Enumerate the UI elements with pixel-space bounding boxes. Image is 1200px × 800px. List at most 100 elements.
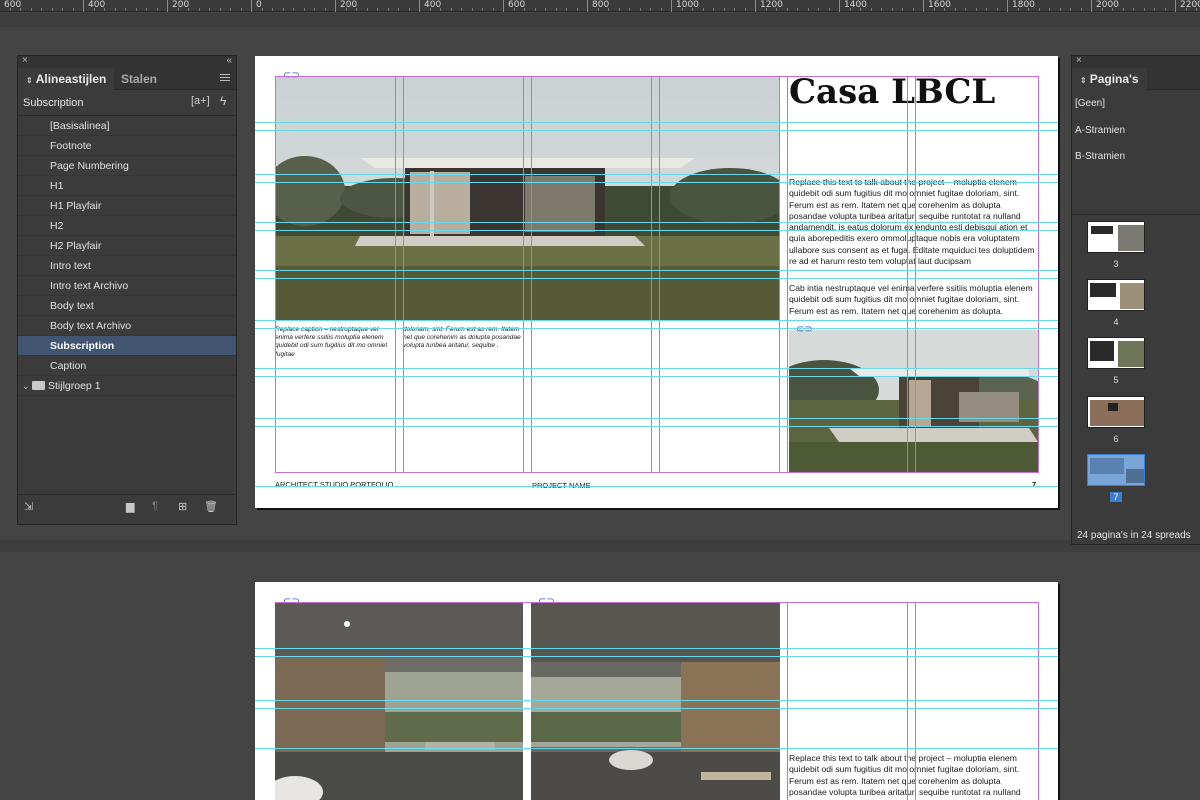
master-none[interactable]: [Geen] bbox=[1075, 98, 1105, 109]
ruler-guide bbox=[255, 222, 1058, 223]
ruler-minor-tick bbox=[639, 8, 641, 11]
margin-guide bbox=[1038, 76, 1039, 472]
style-item-intro-text-archivo[interactable]: Intro text Archivo bbox=[18, 276, 236, 296]
style-item-basisalinea[interactable]: [Basisalinea] bbox=[18, 116, 236, 136]
new-group-folder-icon[interactable]: ▆ bbox=[126, 500, 134, 513]
style-item-caption[interactable]: Caption bbox=[18, 356, 236, 376]
ruler-minor-tick bbox=[9, 8, 11, 11]
style-item-footnote[interactable]: Footnote bbox=[18, 136, 236, 156]
body-paragraph-2[interactable]: Cab intia nestruptaque vel enima verfere… bbox=[789, 283, 1036, 317]
page-spread-next[interactable]: ⊂⊃ ⊂⊃ Replace this text to talk about th… bbox=[255, 582, 1058, 800]
panel-tabs: ⇕ Alineastijlen Stalen bbox=[18, 68, 236, 90]
clear-overrides-icon[interactable]: ¶ bbox=[152, 500, 158, 512]
style-label: Body text bbox=[50, 300, 94, 312]
new-style-from-selection-icon[interactable]: [a+] bbox=[191, 95, 210, 107]
style-item-intro-text[interactable]: Intro text bbox=[18, 256, 236, 276]
body-paragraph-spread2[interactable]: Replace this text to talk about the proj… bbox=[789, 753, 1036, 798]
margin-guide bbox=[275, 472, 1039, 473]
page-title[interactable]: Casa LBCL bbox=[789, 72, 995, 112]
interior-photo-left[interactable] bbox=[275, 602, 523, 800]
tab-stalen[interactable]: Stalen bbox=[113, 68, 165, 90]
trash-icon[interactable]: 🗑 bbox=[204, 500, 218, 513]
style-item-h2-playfair[interactable]: H2 Playfair bbox=[18, 236, 236, 256]
ruler-minor-tick bbox=[272, 8, 273, 11]
page-number[interactable]: 7 bbox=[1032, 480, 1036, 489]
ruler-minor-tick bbox=[1070, 8, 1071, 11]
ruler-minor-tick bbox=[30, 8, 32, 11]
margin-guide bbox=[275, 602, 1039, 603]
ruler-label: 400 bbox=[88, 0, 106, 10]
style-item-h1[interactable]: H1 bbox=[18, 176, 236, 196]
house-exterior-photo[interactable] bbox=[275, 76, 780, 320]
footer-left-text[interactable]: ARCHITECT STUDIO PORTFOLIO bbox=[275, 480, 393, 489]
caption-right[interactable]: doloriam, sint. Ferum est as rem. Itatem… bbox=[403, 326, 523, 351]
ruler-minor-tick bbox=[891, 8, 893, 11]
ruler-minor-tick bbox=[681, 8, 683, 11]
close-panel-icon[interactable]: × bbox=[1076, 55, 1082, 66]
ruler-minor-tick bbox=[356, 8, 357, 11]
master-a-stramien[interactable]: A-Stramien bbox=[1075, 125, 1125, 136]
style-label: H1 Playfair bbox=[50, 200, 102, 212]
paragraph-styles-panel: × « ⇕ Alineastijlen Stalen Subscription [… bbox=[17, 55, 237, 525]
ruler-minor-tick bbox=[576, 8, 578, 11]
chevron-down-icon[interactable]: ⌄ bbox=[22, 376, 32, 396]
page-thumbnail-4[interactable] bbox=[1087, 279, 1145, 311]
quick-apply-icon[interactable]: ϟ bbox=[220, 94, 226, 108]
ruler-minor-tick bbox=[828, 8, 830, 11]
ruler-tick bbox=[1175, 0, 1176, 12]
ruler-minor-tick bbox=[1143, 8, 1145, 11]
panel-tabs: ⇕ Pagina's bbox=[1072, 68, 1200, 90]
ruler-label: 1400 bbox=[844, 0, 867, 10]
style-group-stijlgroep-1[interactable]: ⌄ Stijlgroep 1 bbox=[18, 376, 236, 396]
page-thumbnail-3[interactable] bbox=[1087, 221, 1145, 253]
interior-photo-right[interactable] bbox=[531, 602, 780, 800]
style-item-subscription[interactable]: Subscription bbox=[18, 336, 236, 356]
page-spread-7[interactable]: ⊂⊃ Replace caption – nestruptaque vel en… bbox=[255, 56, 1058, 508]
ruler-minor-tick bbox=[440, 8, 441, 11]
style-item-h1-playfair[interactable]: H1 Playfair bbox=[18, 196, 236, 216]
page-thumbnail-7[interactable] bbox=[1087, 454, 1145, 486]
style-item-body-text-archivo[interactable]: Body text Archivo bbox=[18, 316, 236, 336]
ruler-minor-tick bbox=[303, 8, 305, 11]
column-guide bbox=[531, 76, 532, 472]
column-guide bbox=[915, 76, 916, 472]
panel-menu-icon[interactable] bbox=[220, 72, 230, 83]
master-b-stramien[interactable]: B-Stramien bbox=[1075, 151, 1125, 162]
panel-top-bar: × bbox=[1072, 55, 1200, 68]
collapse-panel-icon[interactable]: « bbox=[226, 55, 232, 66]
ruler-minor-tick bbox=[156, 8, 158, 11]
column-guide bbox=[523, 76, 524, 472]
ruler-guide bbox=[255, 748, 1058, 749]
tab-alineastijlen[interactable]: ⇕ Alineastijlen bbox=[18, 68, 115, 90]
page-number-label: 4 bbox=[1113, 317, 1119, 327]
margin-guide bbox=[275, 76, 1039, 77]
new-style-icon[interactable]: ⊞ bbox=[178, 500, 187, 513]
ruler-minor-tick bbox=[198, 8, 200, 11]
style-item-body-text[interactable]: Body text bbox=[18, 296, 236, 316]
pages-panel: × ⇕ Pagina's [Geen] A-Stramien B-Stramien… bbox=[1071, 55, 1200, 545]
ruler-minor-tick bbox=[240, 8, 242, 11]
ruler-minor-tick bbox=[797, 8, 798, 11]
caption-left[interactable]: Replace caption – nestruptaque vel enima… bbox=[275, 326, 395, 359]
tab-paginas[interactable]: ⇕ Pagina's bbox=[1072, 68, 1147, 90]
ruler-minor-tick bbox=[125, 8, 126, 11]
ruler-minor-tick bbox=[860, 8, 861, 11]
load-styles-icon[interactable]: ⇲ bbox=[24, 500, 33, 513]
ruler-label: 2000 bbox=[1096, 0, 1119, 10]
page-thumbnail-5[interactable] bbox=[1087, 337, 1145, 369]
close-panel-icon[interactable]: × bbox=[22, 55, 28, 66]
ruler-minor-tick bbox=[1164, 8, 1166, 11]
ruler-guide bbox=[255, 376, 1058, 377]
house-side-photo[interactable] bbox=[789, 330, 1038, 472]
ruler-minor-tick bbox=[345, 8, 347, 11]
style-label: Intro text bbox=[50, 260, 91, 272]
page-thumbnail-6[interactable] bbox=[1087, 396, 1145, 428]
horizontal-ruler[interactable]: 600 400 200 0 200 400 600 800 1000 1200 1400 1600 18… bbox=[0, 0, 1200, 12]
current-page-label: 7 bbox=[1110, 492, 1122, 502]
style-item-page-numbering[interactable]: Page Numbering bbox=[18, 156, 236, 176]
ruler-label: 1200 bbox=[760, 0, 783, 10]
column-guide bbox=[779, 76, 780, 472]
style-item-h2[interactable]: H2 bbox=[18, 216, 236, 236]
column-guide bbox=[651, 76, 652, 472]
ruler-minor-tick bbox=[1049, 8, 1050, 11]
